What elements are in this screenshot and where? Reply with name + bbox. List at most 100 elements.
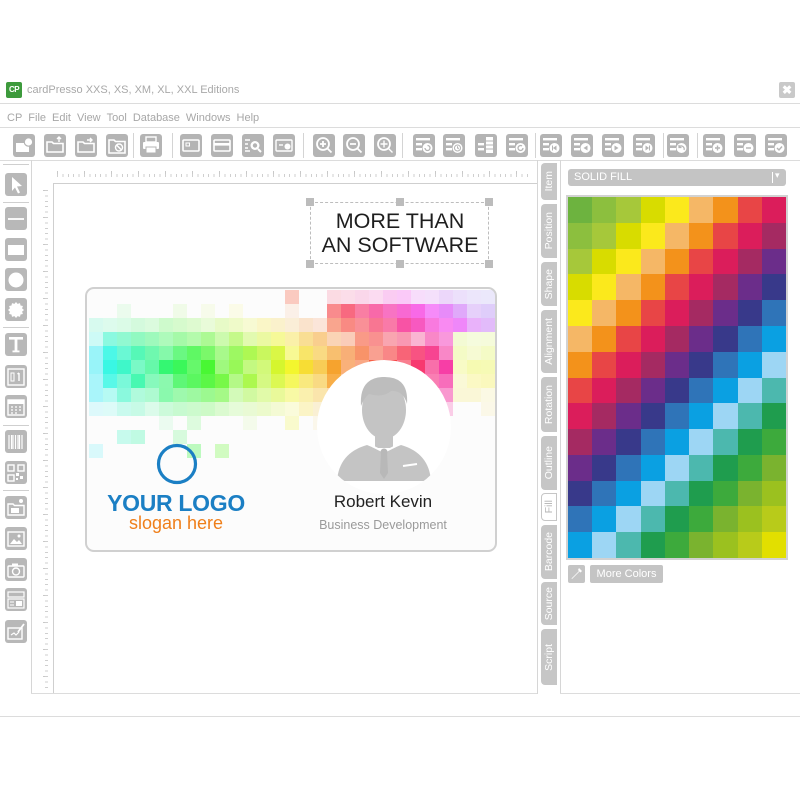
db-history-button[interactable] xyxy=(443,134,465,157)
db-undo-button[interactable] xyxy=(667,134,689,157)
color-swatch[interactable] xyxy=(616,454,641,481)
menu-edit[interactable]: Edit xyxy=(52,112,71,124)
color-swatch[interactable] xyxy=(664,197,690,223)
db-next-button[interactable] xyxy=(602,134,624,157)
color-swatch[interactable] xyxy=(713,480,738,507)
cardholder-title[interactable]: Business Development xyxy=(283,518,483,532)
color-swatch[interactable] xyxy=(761,429,786,455)
db-first-button[interactable] xyxy=(540,134,562,157)
color-swatch[interactable] xyxy=(689,532,714,558)
rectangle-tool-button[interactable] xyxy=(5,238,27,261)
photo-id-tool-button[interactable] xyxy=(5,588,27,611)
color-swatch[interactable] xyxy=(592,274,617,301)
color-swatch[interactable] xyxy=(592,222,617,249)
resize-handle-top-left[interactable] xyxy=(306,198,314,206)
open-card-button[interactable] xyxy=(44,134,66,157)
color-swatch[interactable] xyxy=(761,222,786,249)
card-settings-button[interactable] xyxy=(273,134,295,157)
color-swatch[interactable] xyxy=(689,325,714,352)
color-swatch[interactable] xyxy=(737,532,762,558)
color-swatch[interactable] xyxy=(616,429,641,455)
resize-handle-top-right[interactable] xyxy=(485,198,493,206)
color-swatch[interactable] xyxy=(689,454,714,481)
color-swatch[interactable] xyxy=(592,325,617,352)
image-file-tool-button[interactable] xyxy=(5,496,27,519)
color-swatch[interactable] xyxy=(664,325,690,352)
qrcode-tool-button[interactable] xyxy=(5,461,27,484)
color-swatch[interactable] xyxy=(592,300,617,326)
color-swatch[interactable] xyxy=(616,300,641,326)
resize-handle-bottom-right[interactable] xyxy=(485,260,493,268)
color-swatch[interactable] xyxy=(664,454,690,481)
image-tool-button[interactable] xyxy=(5,527,27,550)
fill-type-dropdown[interactable]: SOLID FILL ▾ xyxy=(568,169,786,186)
card-front-button[interactable] xyxy=(180,134,202,157)
color-swatch[interactable] xyxy=(640,429,665,455)
db-reload-button[interactable] xyxy=(506,134,528,157)
color-swatch[interactable] xyxy=(713,197,738,223)
color-swatch[interactable] xyxy=(664,300,690,326)
color-swatch[interactable] xyxy=(737,325,762,352)
color-swatch[interactable] xyxy=(689,197,714,223)
text-box-content[interactable]: MORE THAN AN SOFTWARE xyxy=(310,209,490,257)
color-swatch[interactable] xyxy=(568,248,593,275)
color-swatch[interactable] xyxy=(616,222,641,249)
color-swatch[interactable] xyxy=(713,429,738,455)
menu-cp[interactable]: CP xyxy=(7,112,22,124)
color-swatch[interactable] xyxy=(664,506,690,533)
color-swatch[interactable] xyxy=(737,197,762,223)
db-refresh-button[interactable] xyxy=(413,134,435,157)
color-swatch[interactable] xyxy=(640,377,665,404)
color-swatch[interactable] xyxy=(737,429,762,455)
color-swatch[interactable] xyxy=(713,351,738,378)
tab-script[interactable]: Script xyxy=(541,629,557,685)
color-swatch[interactable] xyxy=(664,222,690,249)
color-swatch[interactable] xyxy=(592,454,617,481)
color-swatch[interactable] xyxy=(568,403,593,430)
color-swatch[interactable] xyxy=(737,454,762,481)
color-swatch[interactable] xyxy=(640,222,665,249)
tab-shape[interactable]: Shape xyxy=(541,262,557,306)
tab-barcode[interactable]: Barcode xyxy=(541,525,557,579)
tab-position[interactable]: Position xyxy=(541,204,557,258)
color-swatch[interactable] xyxy=(761,274,786,301)
menu-help[interactable]: Help xyxy=(237,112,260,124)
color-swatch[interactable] xyxy=(761,454,786,481)
color-swatch[interactable] xyxy=(640,532,665,558)
color-swatch[interactable] xyxy=(664,403,690,430)
color-swatch[interactable] xyxy=(616,325,641,352)
line-tool-button[interactable] xyxy=(5,207,27,230)
tab-alignment[interactable]: Alignment xyxy=(541,310,557,373)
date-tool-button[interactable] xyxy=(5,395,27,418)
text-tool-button[interactable] xyxy=(5,333,27,356)
color-swatch[interactable] xyxy=(713,403,738,430)
db-previous-button[interactable] xyxy=(571,134,593,157)
color-swatch[interactable] xyxy=(689,403,714,430)
color-swatch[interactable] xyxy=(568,300,593,326)
color-swatch[interactable] xyxy=(664,532,690,558)
color-swatch[interactable] xyxy=(568,197,593,223)
color-swatch[interactable] xyxy=(592,248,617,275)
color-swatch[interactable] xyxy=(568,506,593,533)
color-swatch[interactable] xyxy=(640,300,665,326)
color-swatch[interactable] xyxy=(761,325,786,352)
color-swatch[interactable] xyxy=(592,506,617,533)
color-swatch[interactable] xyxy=(737,274,762,301)
color-swatch[interactable] xyxy=(592,429,617,455)
color-swatch[interactable] xyxy=(616,197,641,223)
color-swatch[interactable] xyxy=(592,532,617,558)
color-swatch[interactable] xyxy=(689,351,714,378)
color-swatch[interactable] xyxy=(737,248,762,275)
color-swatch[interactable] xyxy=(713,325,738,352)
color-swatch[interactable] xyxy=(689,274,714,301)
resize-handle-bottom-left[interactable] xyxy=(306,260,314,268)
print-button[interactable] xyxy=(140,134,162,157)
zoom-fit-button[interactable] xyxy=(374,134,396,157)
color-swatch[interactable] xyxy=(664,274,690,301)
color-swatch[interactable] xyxy=(761,480,786,507)
color-swatch[interactable] xyxy=(616,377,641,404)
color-swatch[interactable] xyxy=(616,351,641,378)
tab-fill[interactable]: Fill xyxy=(541,493,557,521)
color-swatch[interactable] xyxy=(640,480,665,507)
id-card[interactable]: YOUR LOGO slogan here Robert Kevin Busin… xyxy=(85,287,497,552)
